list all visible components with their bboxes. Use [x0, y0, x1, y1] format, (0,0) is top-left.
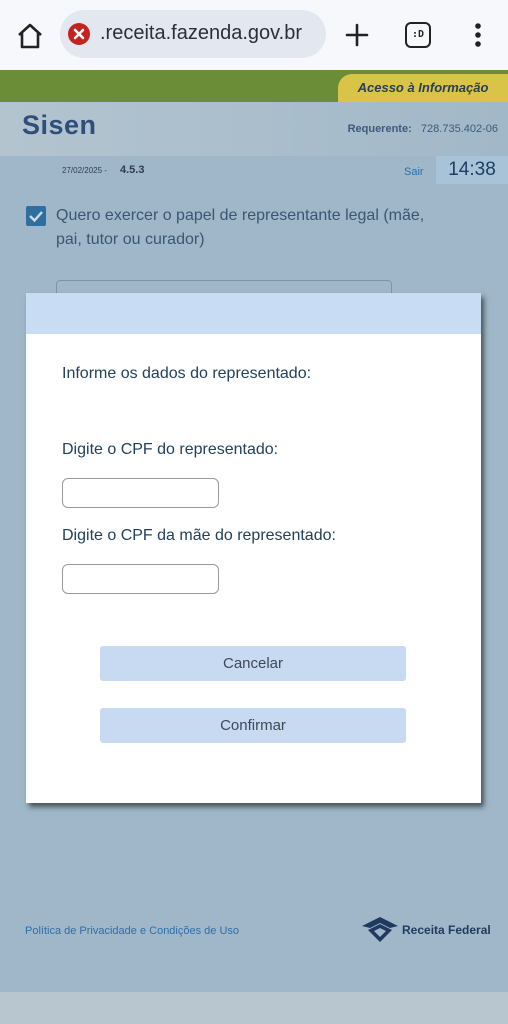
- requerente-info: Requerente: 728.735.402-06: [348, 123, 498, 135]
- sisen-logo: Sisen: [22, 110, 97, 140]
- representante-checkbox-label: Quero exercer o papel de representante l…: [56, 207, 425, 248]
- requerente-label: Requerente:: [347, 123, 412, 135]
- mae-cpf-input[interactable]: [62, 564, 219, 594]
- receita-federal-logo-text: Receita Federal: [402, 923, 491, 937]
- check-icon: [29, 211, 43, 223]
- cpf-input[interactable]: [62, 478, 219, 508]
- home-icon[interactable]: [14, 20, 46, 52]
- government-bar: Acesso à Informação: [0, 70, 508, 102]
- confirm-button[interactable]: Confirmar: [100, 708, 406, 743]
- status-bar: 27/02/2025 - 4.5.3 Sair 14:38: [0, 156, 508, 186]
- bottom-bar: [0, 992, 508, 1024]
- url-text[interactable]: .receita.fazenda.gov.br: [100, 22, 302, 45]
- version-text: 4.5.3: [120, 164, 145, 176]
- new-tab-icon[interactable]: [340, 18, 374, 52]
- site-error-icon[interactable]: [68, 23, 90, 45]
- mae-cpf-label: Digite o CPF da mãe do representado:: [62, 527, 336, 544]
- sair-link[interactable]: Sair: [404, 166, 424, 178]
- tabs-icon[interactable]: :D: [405, 22, 431, 48]
- privacy-link[interactable]: Política de Privacidade e Condições de U…: [25, 925, 239, 937]
- acesso-informacao-link[interactable]: Acesso à Informação: [338, 74, 508, 102]
- representante-checkbox[interactable]: [26, 206, 46, 226]
- representado-dialog: Informe os dados do representado: Digite…: [26, 293, 481, 803]
- session-clock: 14:38: [436, 156, 508, 184]
- date-text: 27/02/2025 -: [62, 166, 107, 175]
- site-header: Sisen Requerente: 728.735.402-06: [0, 102, 508, 156]
- requerente-value: 728.735.402-06: [420, 123, 498, 135]
- dialog-title-bar: [26, 293, 481, 334]
- menu-icon[interactable]: [466, 20, 490, 50]
- cancel-button[interactable]: Cancelar: [100, 646, 406, 681]
- dialog-prompt: Informe os dados do representado:: [62, 365, 312, 382]
- receita-federal-logo-icon: [362, 917, 398, 942]
- address-bar[interactable]: .receita.fazenda.gov.br: [60, 10, 326, 58]
- browser-toolbar: .receita.fazenda.gov.br :D: [0, 0, 508, 70]
- cpf-label: Digite o CPF do representado:: [62, 441, 279, 458]
